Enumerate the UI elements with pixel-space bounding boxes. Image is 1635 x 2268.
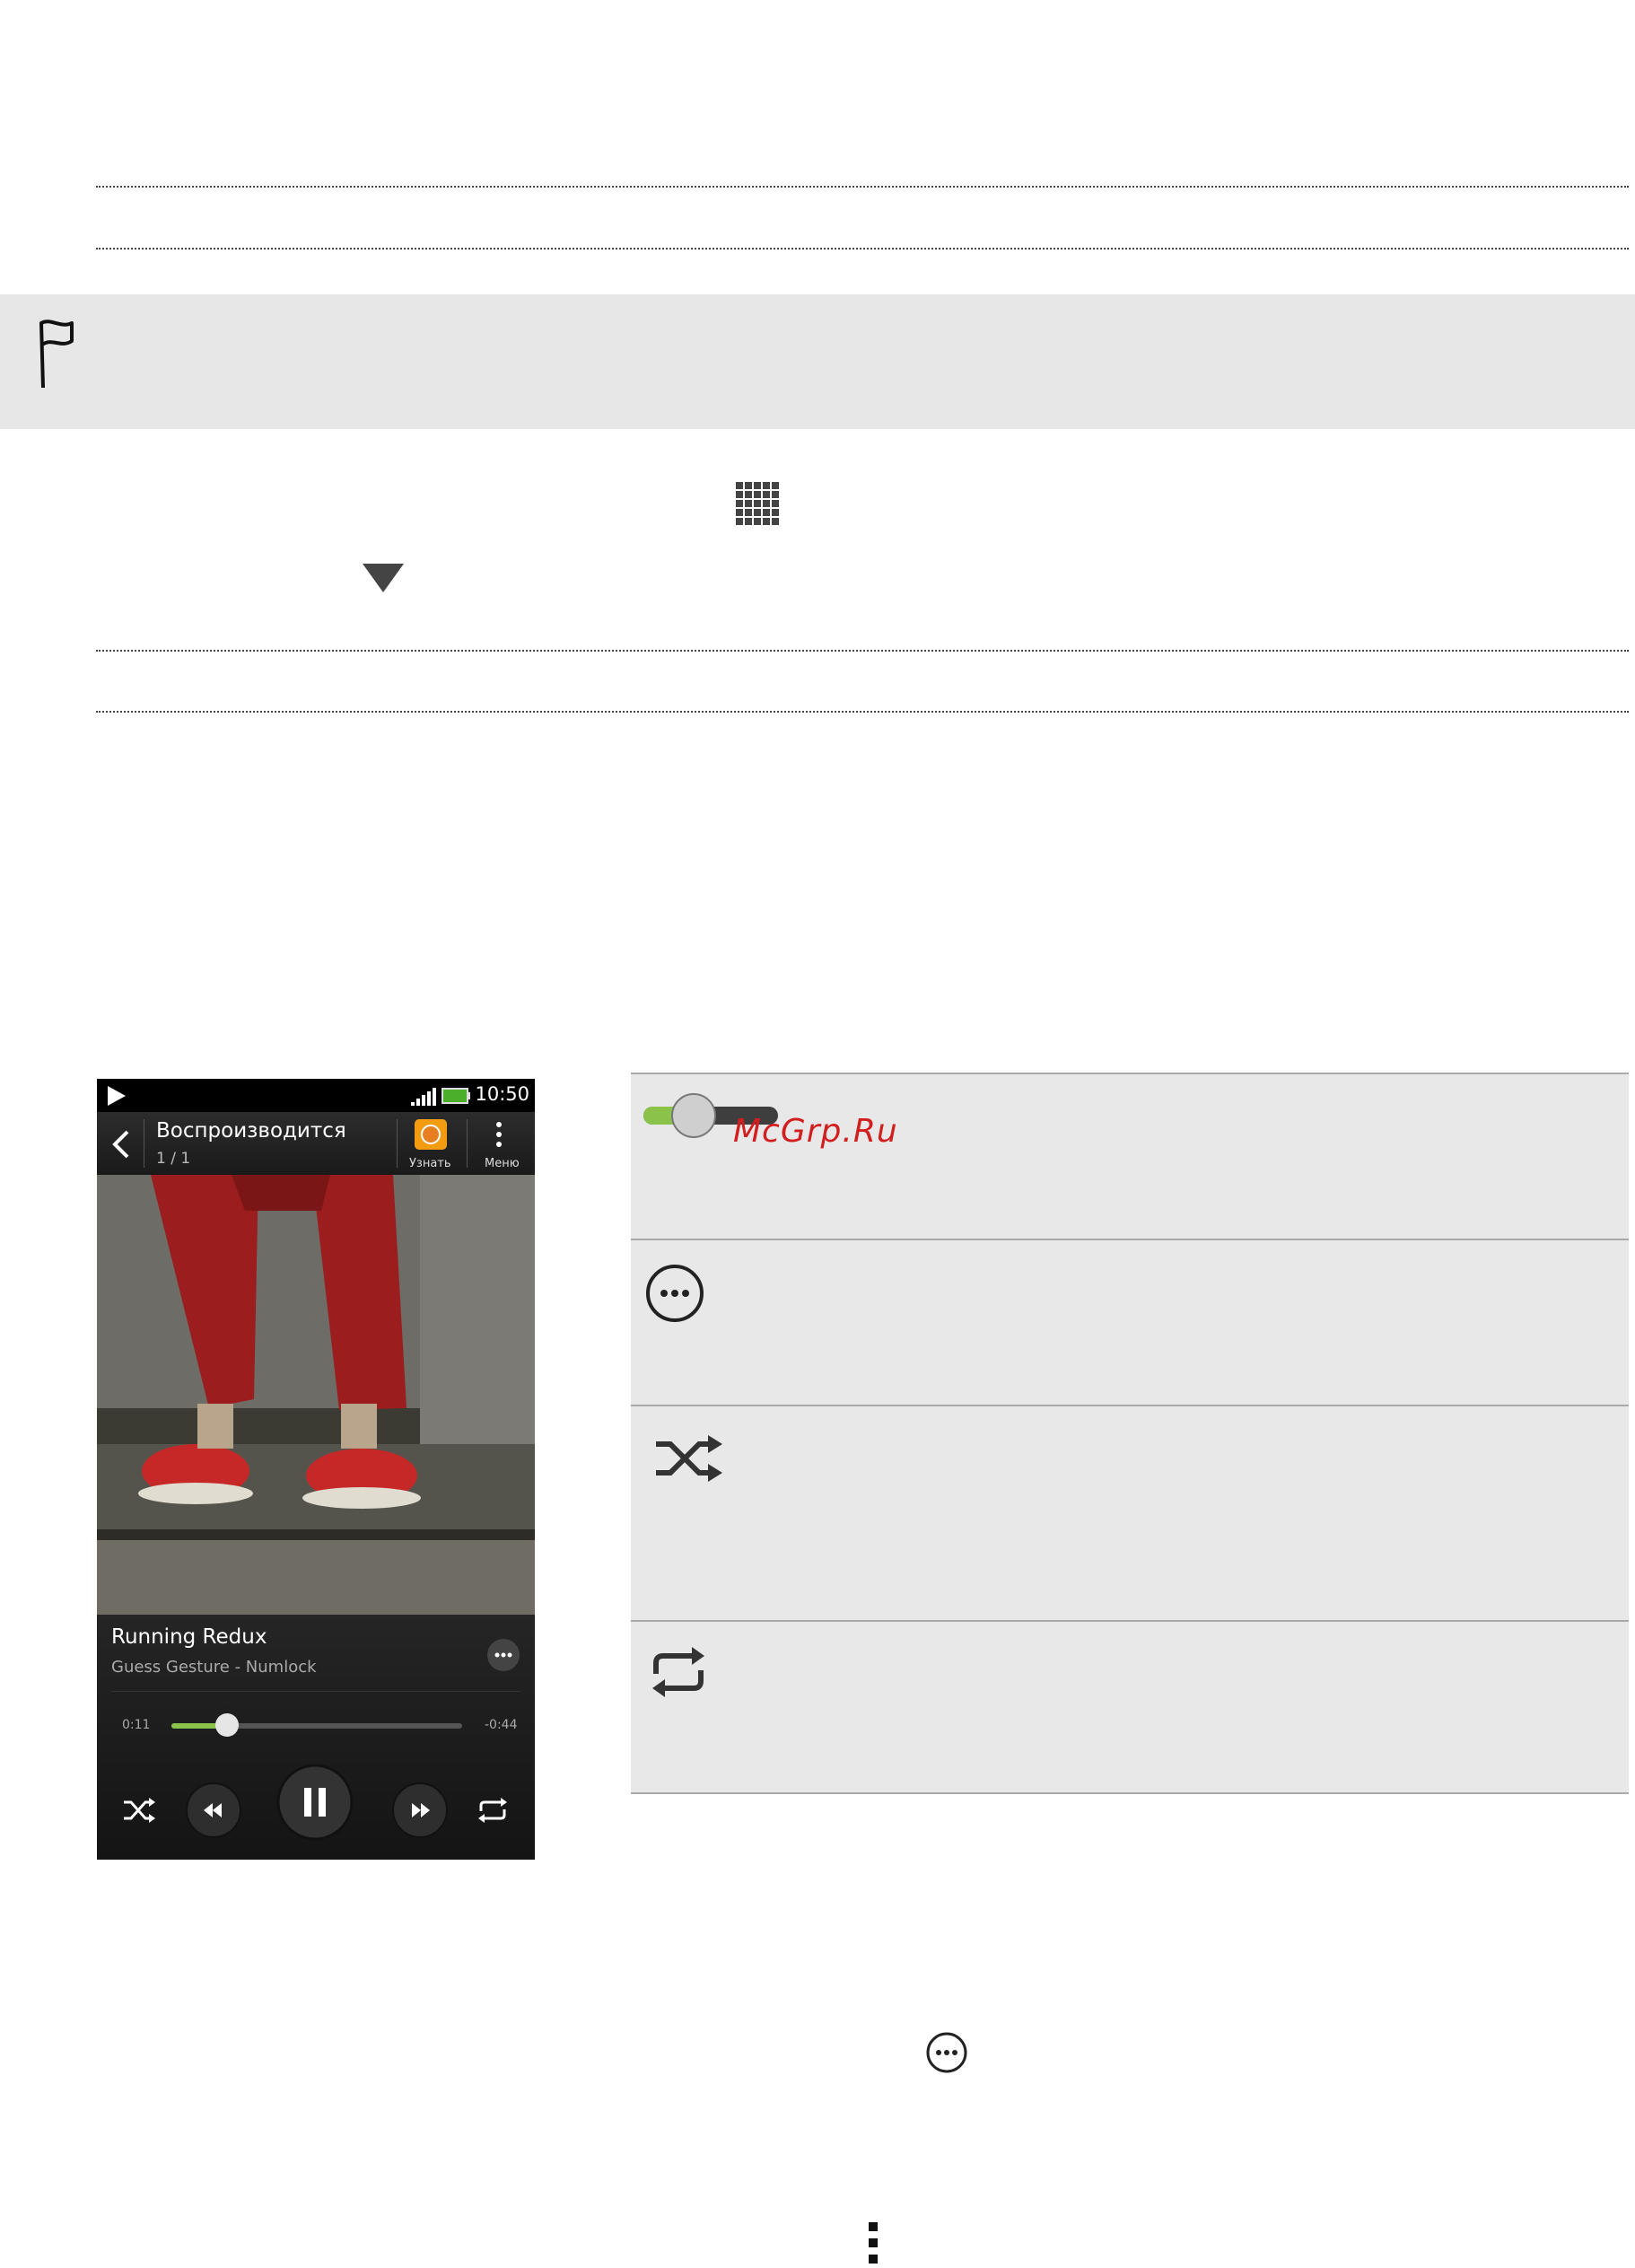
divider bbox=[96, 248, 1629, 250]
status-time: 10:50 bbox=[475, 1083, 529, 1105]
more-options-icon bbox=[646, 1265, 704, 1322]
pause-button[interactable] bbox=[276, 1764, 354, 1841]
signal-icon bbox=[411, 1088, 436, 1106]
flag-icon bbox=[39, 320, 74, 389]
screen-title: Воспроизводится bbox=[156, 1119, 346, 1143]
menu-dots-icon bbox=[496, 1122, 502, 1147]
elapsed-time: 0:11 bbox=[122, 1718, 151, 1732]
remaining-time: -0:44 bbox=[485, 1718, 518, 1732]
song-title: Running Redux bbox=[111, 1625, 267, 1649]
menu-button[interactable]: Меню bbox=[468, 1112, 535, 1175]
repeat-icon[interactable] bbox=[476, 1797, 510, 1824]
song-artist: Guess Gesture - Numlock bbox=[111, 1658, 317, 1677]
back-icon[interactable] bbox=[111, 1130, 131, 1159]
icon-table-row bbox=[631, 1239, 1629, 1406]
icon-table-row bbox=[631, 1620, 1629, 1794]
apps-grid-icon[interactable] bbox=[736, 482, 779, 525]
divider bbox=[397, 1119, 398, 1168]
fast-forward-button[interactable] bbox=[391, 1782, 449, 1839]
learn-label: Узнать bbox=[409, 1157, 451, 1170]
icon-table-row bbox=[631, 1073, 1629, 1240]
app-bar: Воспроизводится 1 / 1 Узнать Меню bbox=[97, 1112, 535, 1175]
icon-table-row bbox=[631, 1405, 1629, 1622]
phone-screenshot: 10:50 Воспроизводится 1 / 1 Узнать Меню bbox=[97, 1079, 535, 1860]
watermark: McGrp.Ru bbox=[733, 1113, 898, 1150]
screen-subtitle: 1 / 1 bbox=[156, 1150, 191, 1168]
seek-thumb[interactable] bbox=[214, 1713, 239, 1737]
learn-button[interactable]: Узнать bbox=[398, 1112, 461, 1175]
divider bbox=[96, 186, 1629, 188]
note-box bbox=[0, 294, 1635, 429]
player-controls: Running Redux Guess Gesture - Numlock 0:… bbox=[97, 1615, 535, 1860]
more-options-icon[interactable] bbox=[925, 2031, 968, 2074]
album-art bbox=[97, 1175, 535, 1615]
status-bar: 10:50 bbox=[97, 1079, 535, 1112]
rewind-button[interactable] bbox=[185, 1782, 242, 1839]
divider bbox=[96, 711, 1629, 713]
menu-dots-icon[interactable] bbox=[867, 2222, 879, 2264]
play-icon bbox=[108, 1086, 126, 1106]
triangle-down-icon[interactable] bbox=[363, 564, 404, 592]
shuffle-icon[interactable] bbox=[122, 1797, 156, 1824]
shuffle-icon bbox=[656, 1435, 722, 1482]
divider bbox=[111, 1691, 520, 1692]
battery-icon bbox=[442, 1088, 470, 1104]
seek-bar[interactable] bbox=[171, 1713, 462, 1737]
divider bbox=[96, 650, 1629, 652]
more-options-icon[interactable] bbox=[486, 1638, 520, 1672]
menu-label: Меню bbox=[485, 1157, 520, 1170]
repeat-icon bbox=[652, 1647, 704, 1697]
divider bbox=[467, 1119, 468, 1168]
soundhound-icon bbox=[415, 1119, 447, 1150]
